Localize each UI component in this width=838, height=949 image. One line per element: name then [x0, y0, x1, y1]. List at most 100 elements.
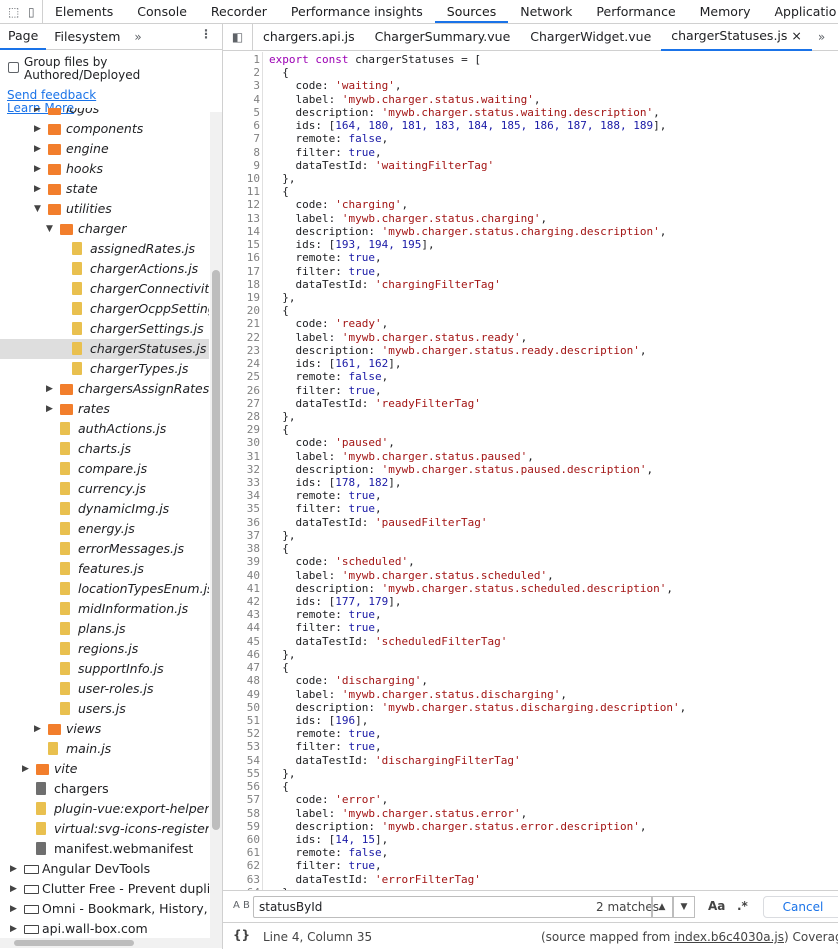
collapsed-arrow-icon[interactable]: ▶ — [34, 159, 42, 179]
inspect-element-icon[interactable]: ⬚ — [8, 5, 22, 19]
tree-file[interactable]: midInformation.js — [0, 599, 209, 619]
regex-button[interactable]: .* — [737, 899, 748, 913]
tree-folder[interactable]: ▶ hooks — [0, 159, 209, 179]
tree-folder[interactable]: ▶ vite — [0, 759, 209, 779]
pretty-print-icon[interactable]: {} — [233, 928, 250, 942]
tab-elements[interactable]: Elements — [43, 0, 125, 23]
tab-recorder[interactable]: Recorder — [199, 0, 279, 23]
collapsed-arrow-icon[interactable]: ▶ — [10, 919, 18, 939]
group-files-checkbox[interactable] — [8, 62, 19, 73]
file-tab[interactable]: chargers.api.js — [253, 24, 365, 50]
send-feedback-link[interactable]: Send feedback — [7, 88, 96, 102]
tree-file[interactable]: authActions.js — [0, 419, 209, 439]
tree-folder[interactable]: ▶ Angular DevTools — [0, 859, 209, 879]
tree-folder[interactable]: ▶ chargersAssignRates — [0, 379, 209, 399]
expanded-arrow-icon[interactable]: ▼ — [34, 199, 42, 219]
device-toolbar-icon[interactable]: ▯ — [28, 5, 42, 19]
tree-folder[interactable]: ▶ Clutter Free - Prevent duplica — [0, 879, 209, 899]
tab-page[interactable]: Page — [0, 24, 47, 50]
tree-file[interactable]: energy.js — [0, 519, 209, 539]
tree-folder[interactable]: ▶ rates — [0, 399, 209, 419]
tree-folder[interactable]: ▶ Omni - Bookmark, History, & T — [0, 899, 209, 919]
tree-file[interactable]: user-roles.js — [0, 679, 209, 699]
tab-performance-insights[interactable]: Performance insights — [279, 0, 435, 23]
match-case-button[interactable]: Aa — [708, 899, 725, 913]
prev-match-button[interactable]: ▲ — [651, 896, 673, 918]
tree-file[interactable]: plugin-vue:export-helper — [0, 799, 209, 819]
tree-file[interactable]: virtual:svg-icons-register — [0, 819, 209, 839]
tree-file[interactable]: chargerTypes.js — [0, 359, 209, 379]
tree-folder[interactable]: ▶ views — [0, 719, 209, 739]
next-match-button[interactable]: ▼ — [673, 896, 695, 918]
collapsed-arrow-icon[interactable]: ▶ — [46, 379, 54, 399]
tree-hscrollbar-thumb[interactable] — [14, 940, 134, 946]
tree-file[interactable]: charts.js — [0, 439, 209, 459]
tree-file[interactable]: manifest.webmanifest — [0, 839, 209, 859]
tree-folder[interactable]: ▶ logos — [0, 108, 209, 119]
file-icon — [36, 822, 46, 835]
tree-item-label: user-roles.js — [78, 681, 154, 696]
tree-folder[interactable]: ▼ charger — [0, 219, 209, 239]
file-icon — [36, 842, 46, 855]
tab-filesystem[interactable]: Filesystem — [46, 24, 128, 49]
cancel-button[interactable]: Cancel — [763, 896, 838, 918]
collapsed-arrow-icon[interactable]: ▶ — [46, 399, 54, 419]
tree-file[interactable]: assignedRates.js — [0, 239, 209, 259]
search-scope-icon[interactable]: A B — [233, 900, 250, 911]
file-tab-active[interactable]: chargerStatuses.js × — [661, 23, 812, 51]
tree-file[interactable]: chargerActions.js — [0, 259, 209, 279]
tab-performance[interactable]: Performance — [584, 0, 687, 23]
tab-console[interactable]: Console — [125, 0, 199, 23]
expanded-arrow-icon[interactable]: ▼ — [46, 219, 54, 239]
kebab-menu-icon[interactable]: ⋮ — [200, 27, 212, 41]
tree-file[interactable]: errorMessages.js — [0, 539, 209, 559]
collapsed-arrow-icon[interactable]: ▶ — [34, 108, 42, 119]
code-line: }, — [269, 528, 296, 542]
tree-file[interactable]: chargerStatuses.js — [0, 339, 209, 359]
tab-sources[interactable]: Sources — [434, 0, 509, 23]
source-file-link[interactable]: index.b6c4030a.js — [674, 930, 784, 944]
tree-scrollbar-thumb[interactable] — [212, 270, 220, 830]
tree-file[interactable]: chargers — [0, 779, 209, 799]
more-file-tabs-icon[interactable]: » — [812, 30, 831, 44]
file-icon — [60, 642, 70, 655]
tree-file[interactable]: plans.js — [0, 619, 209, 639]
tree-file[interactable]: dynamicImg.js — [0, 499, 209, 519]
collapsed-arrow-icon[interactable]: ▶ — [34, 139, 42, 159]
tree-file[interactable]: chargerConnectivity.j — [0, 279, 209, 299]
code-view[interactable]: 1 2 3 4 5 6 7 8 9 10 11 12 13 14 15 16 17 18 19 20 21 22 23 24 2… — [223, 52, 838, 890]
more-tabs-icon[interactable]: » — [128, 30, 147, 44]
line-number: 34 — [246, 489, 260, 503]
collapsed-arrow-icon[interactable]: ▶ — [34, 119, 42, 139]
file-tab[interactable]: ChargerWidget.vue — [520, 24, 661, 50]
tree-file[interactable]: compare.js — [0, 459, 209, 479]
collapsed-arrow-icon[interactable]: ▶ — [10, 879, 18, 899]
tree-folder[interactable]: ▼ utilities — [0, 199, 209, 219]
tree-file[interactable]: locationTypesEnum.js — [0, 579, 209, 599]
tab-memory[interactable]: Memory — [688, 0, 763, 23]
collapsed-arrow-icon[interactable]: ▶ — [10, 859, 18, 879]
tree-folder[interactable]: ▶ api.wall-box.com — [0, 919, 209, 939]
line-number: 43 — [246, 608, 260, 622]
close-tab-icon[interactable]: × — [791, 28, 801, 43]
tree-file[interactable]: main.js — [0, 739, 209, 759]
code-line: { — [269, 423, 289, 437]
tab-network[interactable]: Network — [508, 0, 584, 23]
collapsed-arrow-icon[interactable]: ▶ — [22, 759, 30, 779]
toggle-navigator-icon[interactable]: ◧ — [223, 24, 253, 50]
tree-file[interactable]: features.js — [0, 559, 209, 579]
collapsed-arrow-icon[interactable]: ▶ — [34, 179, 42, 199]
tree-folder[interactable]: ▶ components — [0, 119, 209, 139]
tree-file[interactable]: currency.js — [0, 479, 209, 499]
tab-applicatio[interactable]: Applicatio — [762, 0, 838, 23]
tree-file[interactable]: regions.js — [0, 639, 209, 659]
file-tab[interactable]: ChargerSummary.vue — [365, 24, 521, 50]
tree-folder[interactable]: ▶ engine — [0, 139, 209, 159]
tree-file[interactable]: supportInfo.js — [0, 659, 209, 679]
tree-file[interactable]: chargerOcppSettings. — [0, 299, 209, 319]
tree-file[interactable]: users.js — [0, 699, 209, 719]
collapsed-arrow-icon[interactable]: ▶ — [10, 899, 18, 919]
tree-folder[interactable]: ▶ state — [0, 179, 209, 199]
collapsed-arrow-icon[interactable]: ▶ — [34, 719, 42, 739]
tree-file[interactable]: chargerSettings.js — [0, 319, 209, 339]
